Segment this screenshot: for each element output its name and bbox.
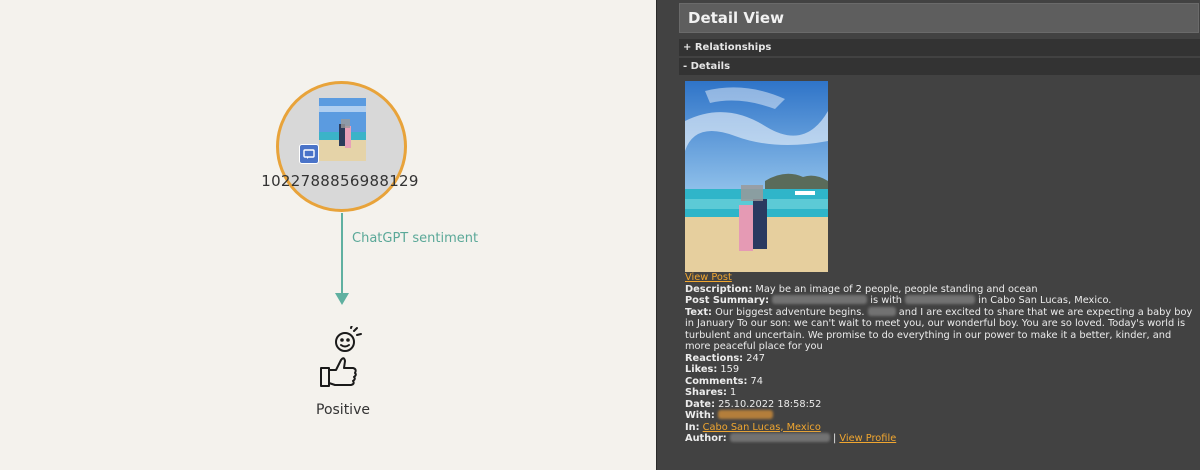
redacted-tagged-name [905,295,976,304]
reactions-row: Reactions: 247 [685,352,765,364]
detail-view-panel: Detail View + Relationships - Details Vi [656,0,1200,470]
in-row: In: Cabo San Lucas, Mexico [685,421,821,433]
view-profile-link[interactable]: View Profile [839,433,896,444]
location-link[interactable]: Cabo San Lucas, Mexico [703,422,821,433]
comments-row: Comments: 74 [685,375,763,387]
post-photo [685,81,828,272]
post-node-thumbnail [319,98,366,161]
edge-label: ChatGPT sentiment [352,231,479,246]
author-row: Author: | View Profile [685,433,897,444]
graph-canvas[interactable]: 1022788856988129 ChatGPT sentiment Posit… [0,0,656,470]
redacted-author [729,433,830,442]
view-post-link[interactable]: View Post [685,272,732,283]
description-value: May be an image of 2 people, people stan… [755,283,1038,295]
post-node-id: 1022788856988129 [261,172,419,190]
sentiment-edge[interactable] [341,213,343,295]
facebook-post-icon [299,144,319,164]
thumbs-up-smiley-icon[interactable] [315,324,363,388]
text-row: Text: Our biggest adventure begins. and … [685,306,1193,352]
description-row: Description: May be an image of 2 people… [685,283,1038,295]
sentiment-node-label: Positive [316,402,370,418]
relationships-section-toggle[interactable]: + Relationships [679,39,1200,56]
shares-row: Shares: 1 [685,387,737,398]
details-section-toggle[interactable]: - Details [679,58,1200,75]
detail-view-title: Detail View [679,3,1199,33]
with-link-redacted[interactable] [717,410,773,419]
post-details: View Post Description: May be an image o… [685,272,1199,445]
with-row: With: [685,410,1199,422]
redacted-name [867,306,896,316]
post-summary-row: Post Summary: is with in Cabo San Lucas,… [685,295,1112,306]
likes-row: Likes: 159 [685,364,740,375]
redacted-author-name [772,295,868,304]
date-row: Date: 25.10.2022 18:58:52 [685,398,822,410]
edge-arrowhead [335,293,349,305]
